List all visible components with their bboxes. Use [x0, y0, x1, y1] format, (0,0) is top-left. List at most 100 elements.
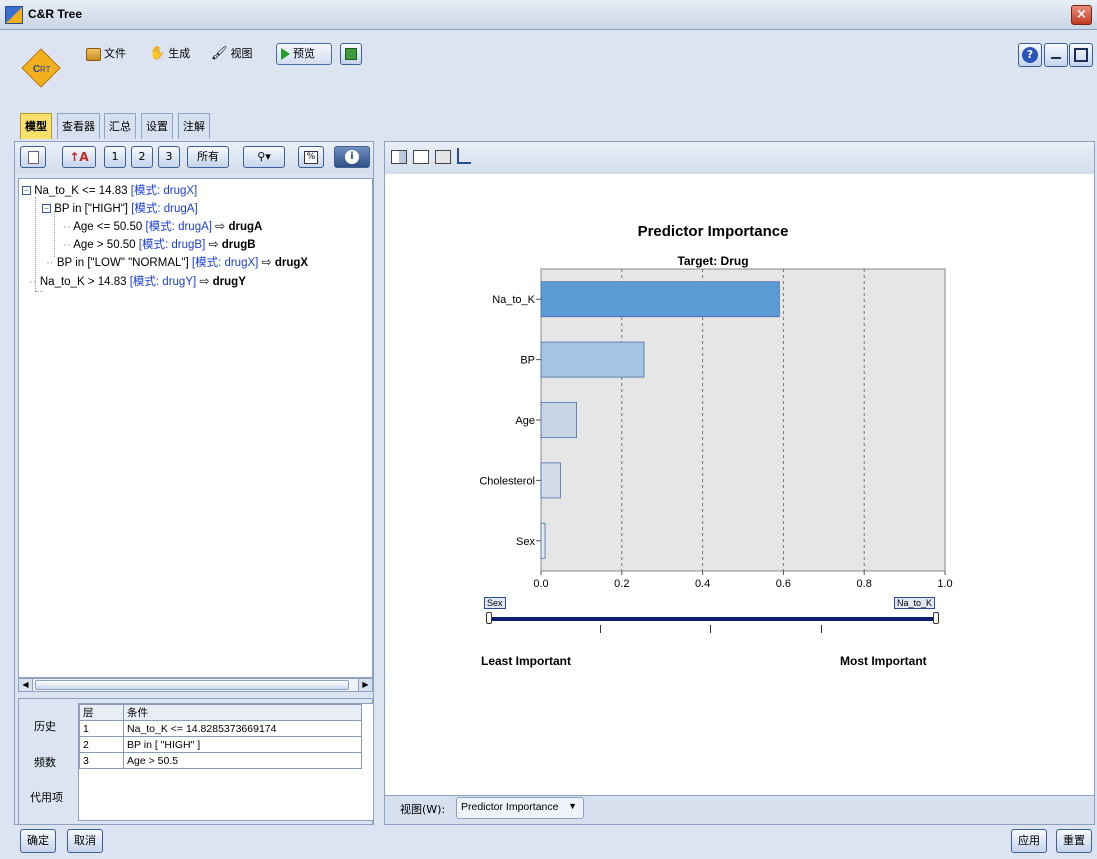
- expand-level-3-button[interactable]: 3: [158, 146, 180, 168]
- tree-node-bp-high[interactable]: − BP in ["HIGH"] [模式: drugA]: [42, 200, 198, 216]
- horizontal-scrollbar[interactable]: ◀ ▶: [18, 678, 373, 692]
- help-button[interactable]: ?: [1018, 43, 1042, 67]
- chevron-down-icon: ▼: [568, 801, 577, 811]
- tab-settings[interactable]: 设置: [141, 113, 173, 139]
- scroll-right-icon[interactable]: ▶: [358, 679, 372, 691]
- tab-annotations[interactable]: 注解: [178, 113, 210, 139]
- result-arrow-icon: ⇨: [215, 219, 226, 233]
- scroll-left-icon[interactable]: ◀: [19, 679, 33, 691]
- close-button[interactable]: ×: [1071, 5, 1092, 25]
- slider-left-tag: Sex: [484, 597, 506, 609]
- chart-toolbar: [385, 142, 1094, 174]
- play-icon: [281, 48, 290, 60]
- folder-icon: [86, 47, 101, 61]
- print-icon[interactable]: [435, 150, 451, 164]
- expand-all-button[interactable]: 所有: [187, 146, 229, 168]
- expand-level-1-button[interactable]: 1: [104, 146, 126, 168]
- history-label[interactable]: 历史: [34, 718, 56, 734]
- slider-right-tag: Na_to_K: [894, 597, 936, 609]
- model-logo-icon: C RT: [21, 48, 61, 88]
- file-menu[interactable]: 文件: [82, 43, 130, 65]
- generate-icon: ✋: [149, 46, 166, 61]
- view-dropdown-value: Predictor Importance: [461, 801, 559, 813]
- ok-button[interactable]: 确定: [20, 829, 56, 853]
- importance-slider-track[interactable]: [490, 617, 938, 621]
- y-tick-label: Age: [515, 415, 535, 427]
- table-row[interactable]: 3 Age > 50.5: [79, 752, 362, 769]
- slider-left-handle[interactable]: [486, 612, 492, 624]
- y-tick-label: Cholesterol: [479, 475, 535, 487]
- preview-button[interactable]: 预览: [276, 43, 332, 65]
- chart-properties-icon[interactable]: [391, 150, 407, 164]
- help-icon: ?: [1022, 47, 1038, 63]
- view-label: 视图(W):: [400, 803, 446, 816]
- tree-node-age-le[interactable]: ·· Age <= 50.50 [模式: drugA] ⇨ drugA: [63, 218, 262, 234]
- export-button[interactable]: [340, 43, 362, 65]
- column-header-level: 层: [79, 704, 124, 721]
- slider-tick: [600, 625, 601, 633]
- tree-node-root-right[interactable]: ·· Na_to_K > 14.83 [模式: drugY] ⇨ drugY: [29, 273, 246, 289]
- app-icon: [5, 6, 23, 24]
- info-icon: i: [345, 150, 359, 164]
- display-options-icon: ⚲▾: [257, 150, 271, 163]
- pane-splitter[interactable]: [376, 141, 382, 825]
- slider-right-handle[interactable]: [933, 612, 939, 624]
- frequency-label[interactable]: 频数: [34, 754, 56, 770]
- percent-button[interactable]: %: [298, 146, 324, 168]
- svg-text:RT: RT: [40, 65, 51, 74]
- surrogates-label[interactable]: 代用项: [30, 789, 63, 805]
- scroll-thumb[interactable]: [35, 680, 349, 690]
- tab-viewer[interactable]: 查看器: [57, 113, 100, 139]
- file-menu-label: 文件: [104, 47, 126, 60]
- percent-icon: %: [304, 151, 318, 164]
- title-bar: [0, 0, 1097, 30]
- most-important-label: Most Important: [840, 654, 927, 668]
- view-dropdown[interactable]: Predictor Importance ▼: [456, 797, 584, 819]
- window-title: C&R Tree: [28, 7, 83, 21]
- x-tick-label: 0.0: [533, 578, 548, 590]
- view-menu-label: 视图: [230, 47, 253, 60]
- brush-icon: 🖌: [211, 46, 228, 61]
- bar: [540, 341, 645, 378]
- x-tick-label: 1.0: [937, 578, 952, 590]
- bar: [540, 462, 561, 499]
- minimize-icon: [1051, 57, 1061, 59]
- info-button[interactable]: i: [334, 146, 370, 168]
- slider-tick: [821, 625, 822, 633]
- column-header-condition: 条件: [123, 704, 362, 721]
- expand-level-2-button[interactable]: 2: [131, 146, 153, 168]
- table-row[interactable]: 2 BP in [ "HIGH" ]: [79, 736, 362, 753]
- copy-icon: [27, 151, 39, 164]
- tree-node-root-left[interactable]: − Na_to_K <= 14.83 [模式: drugX]: [22, 182, 197, 198]
- minimize-button[interactable]: [1044, 43, 1068, 67]
- apply-button[interactable]: 应用: [1011, 829, 1047, 853]
- cancel-button[interactable]: 取消: [67, 829, 103, 853]
- export-icon: [345, 48, 357, 60]
- collapse-icon[interactable]: −: [22, 186, 31, 196]
- copy-button[interactable]: [20, 146, 46, 168]
- conditions-table: 层 条件 1 Na_to_K <= 14.8285373669174 2 BP in…: [79, 704, 362, 769]
- least-important-label: Least Important: [481, 654, 572, 668]
- view-menu[interactable]: 🖌 视图: [207, 43, 257, 65]
- copy-chart-icon[interactable]: [413, 150, 429, 164]
- slider-tick: [710, 625, 711, 633]
- tree-node-age-gt[interactable]: ·· Age > 50.50 [模式: drugB] ⇨ drugB: [63, 236, 256, 252]
- tree-node-bp-low-normal[interactable]: ·· BP in ["LOW" "NORMAL"] [模式: drugX] ⇨ …: [46, 254, 308, 270]
- chart-type-icon[interactable]: [457, 148, 471, 164]
- y-tick-label: BP: [520, 355, 535, 367]
- tab-model[interactable]: 模型: [20, 113, 52, 139]
- reset-button[interactable]: 重置: [1056, 829, 1092, 853]
- chart-subtitle: Target: Drug: [677, 254, 748, 268]
- result-arrow-icon: ⇨: [208, 237, 219, 251]
- display-options-button[interactable]: ⚲▾: [243, 146, 285, 168]
- sort-button[interactable]: ↑A: [62, 146, 96, 168]
- chart-title: Predictor Importance: [638, 223, 789, 240]
- maximize-button[interactable]: [1069, 43, 1093, 67]
- table-row[interactable]: 1 Na_to_K <= 14.8285373669174: [79, 720, 362, 737]
- maximize-icon: [1074, 48, 1088, 62]
- tab-summary[interactable]: 汇总: [104, 113, 136, 139]
- generate-menu[interactable]: ✋ 生成: [145, 43, 194, 65]
- result-arrow-icon: ⇨: [261, 255, 272, 269]
- collapse-icon[interactable]: −: [42, 204, 51, 214]
- sort-icon: ↑A: [69, 150, 89, 164]
